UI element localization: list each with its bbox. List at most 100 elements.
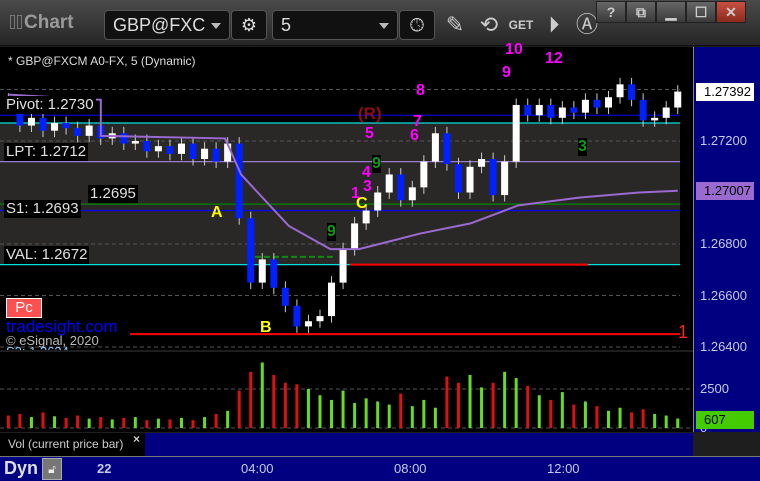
volume-bar <box>468 374 472 428</box>
x-tick-label: 04:00 <box>241 461 274 476</box>
candle <box>478 159 486 167</box>
candle <box>293 305 301 327</box>
restore-button[interactable]: ⧉ <box>626 1 656 23</box>
volume-bar <box>272 374 276 428</box>
volume-bar <box>122 417 126 428</box>
candle <box>501 161 509 196</box>
candle <box>39 117 47 131</box>
volume-bar <box>53 416 57 428</box>
level-label: LPT: 1.2712 <box>4 142 89 161</box>
y-tick-label: 1.26800 <box>700 236 747 251</box>
candle <box>512 104 520 162</box>
candle <box>177 143 185 154</box>
volume-bar <box>537 395 541 428</box>
maximize-button[interactable]: ☐ <box>686 1 716 23</box>
candle <box>408 187 416 201</box>
setup-count-9: 9 <box>327 223 336 241</box>
count-5: 5 <box>365 125 374 142</box>
candle <box>628 84 636 100</box>
volume-chart[interactable] <box>0 352 693 432</box>
candle <box>281 287 289 306</box>
level-label: 1.2695 <box>88 185 138 204</box>
y-tick-label: 1.26400 <box>700 339 747 354</box>
last-price-tag: 1.27392 <box>696 82 754 101</box>
candle <box>651 117 659 121</box>
volume-bar <box>653 413 657 428</box>
candle <box>328 282 336 317</box>
close-icon[interactable]: × <box>133 428 140 451</box>
volume-bar <box>364 398 368 428</box>
candle <box>235 143 243 219</box>
candle <box>258 259 266 283</box>
candle <box>166 146 174 154</box>
setup-count-9: 9 <box>372 155 381 173</box>
volume-bar <box>422 399 426 428</box>
lock-icon[interactable]: 🔓︎ <box>42 458 62 480</box>
candle <box>304 321 312 327</box>
symbol-dropdown[interactable]: GBP@FXC <box>104 10 230 40</box>
candle <box>212 148 220 162</box>
volume-bar <box>641 409 645 428</box>
time-axis[interactable]: Dyn 🔓︎ 22 04:00 08:00 12:00 <box>0 456 760 481</box>
minimize-button[interactable]: ▁ <box>656 1 686 23</box>
symbol-value: GBP@FXC <box>113 15 206 35</box>
clock-icon: 🕓︎ <box>409 15 425 35</box>
volume-bar <box>214 413 218 428</box>
candle <box>351 223 359 250</box>
price-axis[interactable]: 1.27200 1.26800 1.26600 1.26400 1.27392 1.2… <box>693 47 760 435</box>
pc-badge[interactable]: Pc <box>6 298 42 318</box>
candle <box>201 148 209 160</box>
help-button[interactable]: ? <box>596 1 626 23</box>
volume-bar <box>456 382 460 428</box>
candle <box>247 218 255 283</box>
candle <box>431 133 439 162</box>
drag-grip-icon[interactable] <box>10 15 15 29</box>
volume-bar <box>249 371 253 428</box>
close-button[interactable]: ✕ <box>716 1 746 23</box>
chevron-down-icon <box>379 23 389 29</box>
candle <box>454 164 462 193</box>
get-icon[interactable]: GET <box>506 10 536 40</box>
candle <box>131 141 139 144</box>
price-chart[interactable]: * GBP@FXCM A0-FX, 5 (Dynamic) Pivot: 1.2… <box>0 41 693 350</box>
level-label: S1: 1.2693 <box>4 199 81 218</box>
candle <box>581 99 589 113</box>
candle <box>397 174 405 201</box>
settings-button[interactable]: ⚙ <box>231 10 267 40</box>
annotation-b: B <box>260 319 272 336</box>
candle <box>547 104 555 118</box>
count-9: 9 <box>502 64 511 81</box>
volume-bar <box>306 389 310 428</box>
volume-bar <box>399 393 403 428</box>
volume-bar <box>145 420 149 428</box>
volume-bar <box>330 399 334 428</box>
volume-bar <box>110 419 114 428</box>
candle <box>62 122 70 129</box>
candle <box>466 166 474 193</box>
time-button[interactable]: 🕓︎ <box>399 10 435 40</box>
volume-bar <box>433 407 437 428</box>
x-tick-label: 12:00 <box>547 461 580 476</box>
drag-grip-icon[interactable] <box>17 15 22 29</box>
volume-bar <box>410 406 414 428</box>
app-title-text: Chart <box>24 12 74 33</box>
volume-bar <box>560 392 564 428</box>
x-tick-label: 08:00 <box>394 461 427 476</box>
title-bar: Chart GBP@FXC ⚙ 5 🕓︎ ✎ ⟲ GET ⏵ Ⓐ ? ⧉ ▁ ☐… <box>0 0 760 46</box>
volume-bar <box>283 382 287 428</box>
s2-label: S2: 1.2634 <box>6 344 69 350</box>
interval-dropdown[interactable]: 5 <box>272 10 398 40</box>
volume-study-label[interactable]: Vol (current price bar) × <box>0 432 145 456</box>
pencil-icon[interactable]: ✎ <box>440 10 470 40</box>
dynamic-mode-label[interactable]: Dyn <box>4 458 38 479</box>
candle <box>662 107 670 118</box>
studies-icon[interactable]: ⟲ <box>474 10 504 40</box>
play-icon[interactable]: ⏵ <box>539 10 569 40</box>
volume-bar <box>237 390 241 428</box>
volume-bar <box>226 410 230 428</box>
volume-bar <box>64 417 68 428</box>
volume-bar <box>6 415 10 428</box>
level-label: 1 <box>678 322 689 343</box>
volume-bar <box>387 404 391 428</box>
volume-bar <box>99 417 103 428</box>
